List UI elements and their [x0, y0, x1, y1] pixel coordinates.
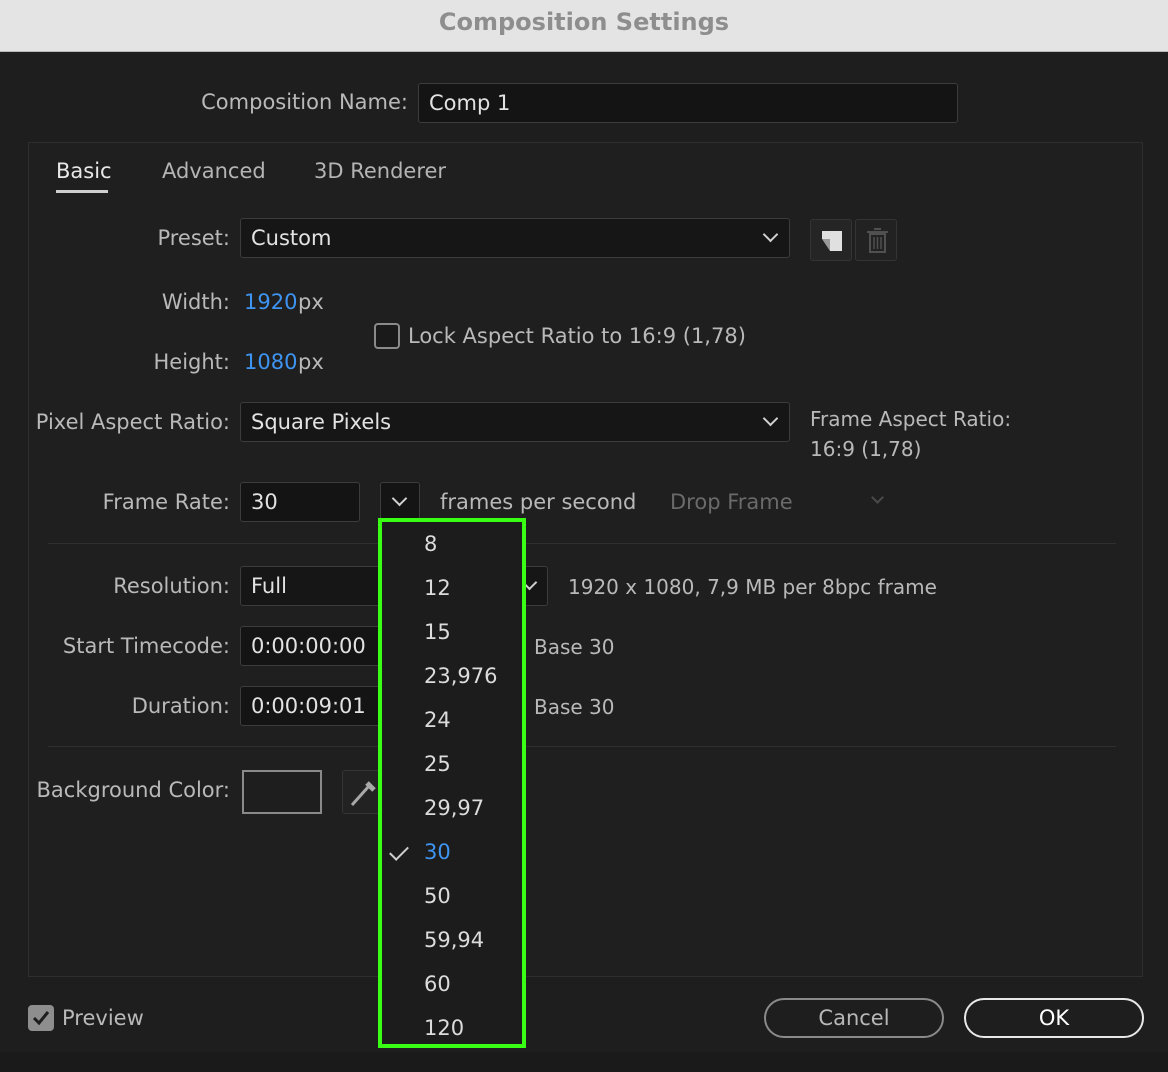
pixel-aspect-label: Pixel Aspect Ratio:	[35, 410, 230, 434]
frame-rate-dropdown-button[interactable]	[380, 482, 420, 522]
background-color-label: Background Color:	[36, 778, 231, 802]
lock-aspect-label: Lock Aspect Ratio to 16:9 (1,78)	[408, 324, 746, 348]
resolution-info: 1920 x 1080, 7,9 MB per 8bpc frame	[568, 575, 937, 599]
tab-3d-renderer[interactable]: 3D Renderer	[314, 159, 446, 183]
resolution-value: Full	[251, 574, 287, 598]
delete-preset-button[interactable]	[855, 219, 897, 261]
tab-advanced[interactable]: Advanced	[162, 159, 266, 183]
settings-panel	[28, 142, 1143, 977]
start-timecode-base: Base 30	[534, 635, 615, 659]
cancel-button[interactable]: Cancel	[764, 998, 944, 1038]
frame-rate-input[interactable]: 30	[240, 482, 360, 522]
preset-select[interactable]: Custom	[240, 218, 790, 258]
tab-basic[interactable]: Basic	[56, 159, 112, 183]
preview-label: Preview	[62, 1006, 144, 1030]
duration-label: Duration:	[131, 694, 230, 718]
frame-rate-option[interactable]: 120	[424, 1016, 464, 1040]
frame-rate-option[interactable]: 25	[424, 752, 451, 776]
frame-aspect-value: 16:9 (1,78)	[810, 437, 922, 461]
frame-rate-option[interactable]: 29,97	[424, 796, 484, 820]
trash-icon	[867, 228, 888, 253]
duration-value: 0:00:09:01	[251, 694, 366, 718]
frame-rate-menu: 8 12 15 23,976 24 25 29,97 30 50 59,94 6…	[378, 518, 526, 1048]
frame-rate-option-selected[interactable]: 30	[424, 840, 451, 864]
start-timecode-input[interactable]: 0:00:00:00	[240, 626, 390, 666]
title-bar: Composition Settings	[0, 0, 1168, 52]
width-unit: px	[298, 290, 324, 314]
background-color-swatch[interactable]	[242, 770, 322, 814]
duration-input[interactable]: 0:00:09:01	[240, 686, 390, 726]
composition-name-input[interactable]: Comp 1	[418, 83, 958, 123]
height-value[interactable]: 1080	[244, 350, 297, 374]
frame-rate-value: 30	[251, 490, 278, 514]
eyedropper-button[interactable]	[342, 770, 382, 814]
start-timecode-label: Start Timecode:	[62, 634, 230, 658]
duration-base: Base 30	[534, 695, 615, 719]
start-timecode-value: 0:00:00:00	[251, 634, 366, 658]
checkmark-icon	[389, 841, 409, 861]
frame-rate-unit: frames per second	[440, 490, 637, 514]
preset-label: Preset:	[157, 226, 230, 250]
composition-name-label: Composition Name:	[201, 90, 408, 114]
background-strip	[0, 1052, 1168, 1072]
divider	[48, 746, 1116, 747]
frame-rate-option[interactable]: 24	[424, 708, 451, 732]
ok-button[interactable]: OK	[964, 998, 1144, 1038]
pixel-aspect-value: Square Pixels	[251, 410, 392, 434]
window-title: Composition Settings	[438, 8, 730, 36]
lock-aspect-checkbox[interactable]	[374, 323, 400, 349]
frame-rate-option[interactable]: 23,976	[424, 664, 497, 688]
chevron-down-icon	[762, 226, 779, 243]
eyedropper-icon	[350, 781, 376, 807]
width-label: Width:	[161, 290, 230, 314]
chevron-down-icon	[391, 490, 408, 507]
composition-settings-dialog: Composition Name: Comp 1 Basic Advanced …	[0, 52, 1168, 1072]
composition-name-value: Comp 1	[429, 91, 511, 115]
frame-rate-option[interactable]: 59,94	[424, 928, 484, 952]
preview-checkbox[interactable]	[28, 1005, 54, 1031]
frame-rate-option[interactable]: 15	[424, 620, 451, 644]
frame-rate-option[interactable]: 60	[424, 972, 451, 996]
frame-aspect-label: Frame Aspect Ratio:	[810, 407, 1012, 431]
pixel-aspect-select[interactable]: Square Pixels	[240, 402, 790, 442]
height-unit: px	[298, 350, 324, 374]
drop-frame-select[interactable]: Drop Frame	[670, 490, 793, 514]
chevron-down-icon	[762, 410, 779, 427]
frame-rate-option[interactable]: 12	[424, 576, 451, 600]
frame-rate-label: Frame Rate:	[102, 490, 230, 514]
width-value[interactable]: 1920	[244, 290, 297, 314]
checkmark-icon	[32, 1011, 50, 1026]
tab-basic-underline	[56, 190, 108, 193]
preset-value: Custom	[251, 226, 332, 250]
frame-rate-option[interactable]: 8	[424, 532, 437, 556]
divider	[48, 543, 1116, 544]
resolution-label: Resolution:	[113, 574, 230, 598]
save-preset-icon	[822, 231, 842, 251]
frame-rate-option[interactable]: 50	[424, 884, 451, 908]
save-preset-button[interactable]	[810, 219, 852, 261]
height-label: Height:	[153, 350, 231, 374]
